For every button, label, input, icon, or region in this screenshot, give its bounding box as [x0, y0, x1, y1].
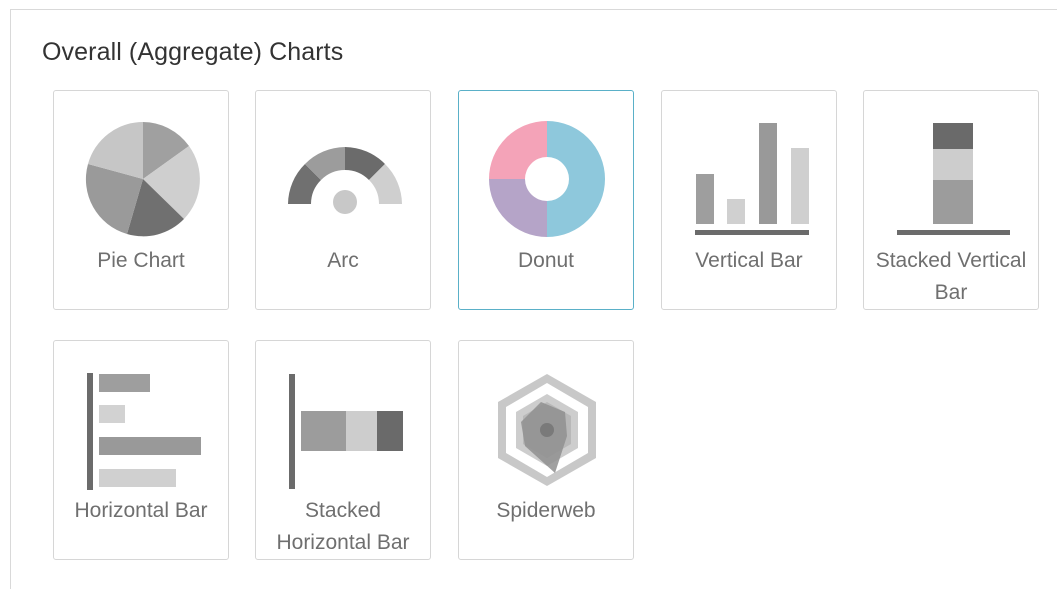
vertical-bar-chart-icon — [695, 123, 809, 235]
pie-chart-icon — [85, 122, 200, 237]
tile-label-line: Bar — [934, 281, 968, 304]
tile-label: Pie Chart — [97, 249, 185, 272]
tile-label: Stacked Horizontal Bar — [256, 495, 430, 559]
arc-chart-icon — [288, 147, 402, 214]
tile-donut[interactable]: Donut — [458, 90, 634, 310]
tile-arc[interactable]: Arc — [255, 90, 431, 310]
tile-stacked-vertical-bar[interactable]: Stacked Vertical Bar — [863, 90, 1039, 310]
tile-label: Horizontal Bar — [74, 499, 208, 522]
spiderweb-chart-icon — [498, 374, 596, 486]
horizontal-bar-chart-icon — [87, 373, 201, 490]
tile-label-line: Horizontal Bar — [276, 531, 410, 554]
tile-label: Donut — [517, 249, 575, 272]
donut-chart-icon — [489, 121, 605, 237]
section-title: Overall (Aggregate) Charts — [42, 38, 344, 66]
tile-horizontal-bar[interactable]: Horizontal Bar — [53, 340, 229, 560]
tile-label-line: Stacked Vertical — [875, 249, 1027, 272]
tile-label: Arc — [327, 249, 359, 272]
tile-label: Spiderweb — [496, 499, 596, 522]
tile-label: Stacked Vertical Bar — [864, 245, 1038, 309]
tile-label-line: Stacked — [305, 499, 381, 522]
tile-label: Vertical Bar — [695, 249, 803, 272]
tile-stacked-horizontal-bar[interactable]: Stacked Horizontal Bar — [255, 340, 431, 560]
tile-pie-chart[interactable]: Pie Chart — [53, 90, 229, 310]
tile-spiderweb[interactable]: Spiderweb — [458, 340, 634, 560]
tile-vertical-bar[interactable]: Vertical Bar — [661, 90, 837, 310]
